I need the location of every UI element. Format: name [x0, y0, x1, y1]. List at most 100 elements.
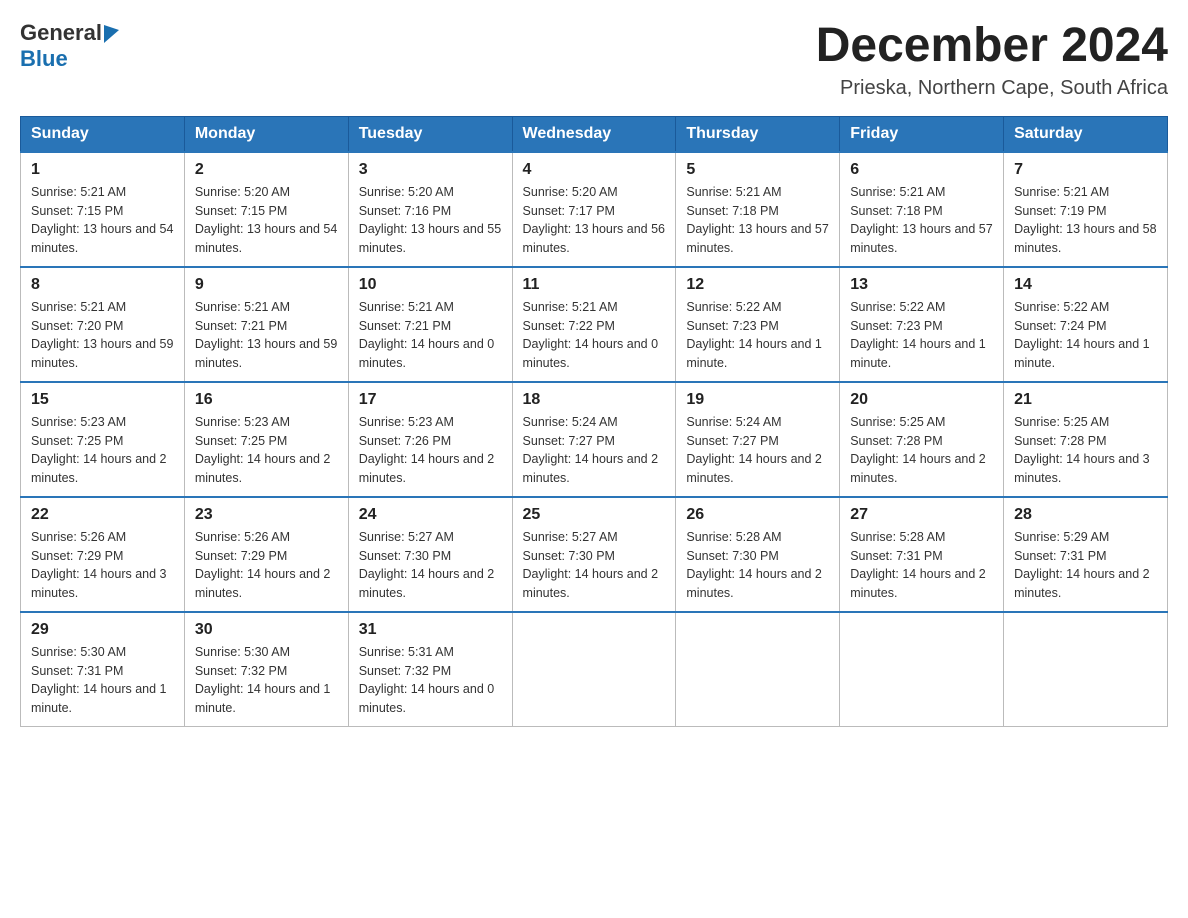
- day-number: 10: [359, 276, 502, 294]
- calendar-cell: 25 Sunrise: 5:27 AMSunset: 7:30 PMDaylig…: [512, 497, 676, 612]
- day-number: 4: [523, 161, 666, 179]
- day-number: 31: [359, 621, 502, 639]
- day-number: 15: [31, 391, 174, 409]
- weekday-header-sunday: Sunday: [21, 116, 185, 152]
- day-info: Sunrise: 5:23 AMSunset: 7:25 PMDaylight:…: [31, 415, 167, 485]
- week-row-3: 15 Sunrise: 5:23 AMSunset: 7:25 PMDaylig…: [21, 382, 1168, 497]
- logo: General Blue: [20, 20, 119, 72]
- day-info: Sunrise: 5:23 AMSunset: 7:26 PMDaylight:…: [359, 415, 495, 485]
- day-info: Sunrise: 5:21 AMSunset: 7:22 PMDaylight:…: [523, 300, 659, 370]
- day-info: Sunrise: 5:21 AMSunset: 7:19 PMDaylight:…: [1014, 185, 1156, 255]
- day-info: Sunrise: 5:22 AMSunset: 7:23 PMDaylight:…: [850, 300, 986, 370]
- calendar-cell: 30 Sunrise: 5:30 AMSunset: 7:32 PMDaylig…: [184, 612, 348, 727]
- calendar-cell: 28 Sunrise: 5:29 AMSunset: 7:31 PMDaylig…: [1004, 497, 1168, 612]
- calendar-cell: [676, 612, 840, 727]
- calendar-cell: 17 Sunrise: 5:23 AMSunset: 7:26 PMDaylig…: [348, 382, 512, 497]
- weekday-header-tuesday: Tuesday: [348, 116, 512, 152]
- calendar-table: SundayMondayTuesdayWednesdayThursdayFrid…: [20, 116, 1168, 727]
- day-info: Sunrise: 5:30 AMSunset: 7:32 PMDaylight:…: [195, 645, 331, 715]
- day-info: Sunrise: 5:21 AMSunset: 7:21 PMDaylight:…: [195, 300, 337, 370]
- calendar-cell: 6 Sunrise: 5:21 AMSunset: 7:18 PMDayligh…: [840, 152, 1004, 267]
- day-number: 12: [686, 276, 829, 294]
- day-number: 7: [1014, 161, 1157, 179]
- day-number: 28: [1014, 506, 1157, 524]
- weekday-header-thursday: Thursday: [676, 116, 840, 152]
- day-info: Sunrise: 5:21 AMSunset: 7:18 PMDaylight:…: [686, 185, 828, 255]
- logo-arrow-icon: [104, 21, 119, 43]
- day-info: Sunrise: 5:21 AMSunset: 7:15 PMDaylight:…: [31, 185, 173, 255]
- day-info: Sunrise: 5:27 AMSunset: 7:30 PMDaylight:…: [523, 530, 659, 600]
- title-section: December 2024 Prieska, Northern Cape, So…: [816, 20, 1168, 100]
- calendar-cell: 29 Sunrise: 5:30 AMSunset: 7:31 PMDaylig…: [21, 612, 185, 727]
- day-info: Sunrise: 5:24 AMSunset: 7:27 PMDaylight:…: [523, 415, 659, 485]
- day-number: 9: [195, 276, 338, 294]
- calendar-cell: 15 Sunrise: 5:23 AMSunset: 7:25 PMDaylig…: [21, 382, 185, 497]
- logo-text-general: General: [20, 20, 102, 46]
- calendar-cell: 19 Sunrise: 5:24 AMSunset: 7:27 PMDaylig…: [676, 382, 840, 497]
- day-number: 11: [523, 276, 666, 294]
- day-number: 18: [523, 391, 666, 409]
- day-number: 6: [850, 161, 993, 179]
- day-number: 3: [359, 161, 502, 179]
- day-number: 19: [686, 391, 829, 409]
- day-info: Sunrise: 5:20 AMSunset: 7:15 PMDaylight:…: [195, 185, 337, 255]
- week-row-4: 22 Sunrise: 5:26 AMSunset: 7:29 PMDaylig…: [21, 497, 1168, 612]
- day-info: Sunrise: 5:20 AMSunset: 7:16 PMDaylight:…: [359, 185, 501, 255]
- calendar-cell: 10 Sunrise: 5:21 AMSunset: 7:21 PMDaylig…: [348, 267, 512, 382]
- day-number: 20: [850, 391, 993, 409]
- day-info: Sunrise: 5:25 AMSunset: 7:28 PMDaylight:…: [850, 415, 986, 485]
- calendar-cell: [1004, 612, 1168, 727]
- calendar-cell: 4 Sunrise: 5:20 AMSunset: 7:17 PMDayligh…: [512, 152, 676, 267]
- calendar-cell: [512, 612, 676, 727]
- calendar-title: December 2024: [816, 20, 1168, 73]
- calendar-cell: 20 Sunrise: 5:25 AMSunset: 7:28 PMDaylig…: [840, 382, 1004, 497]
- day-number: 27: [850, 506, 993, 524]
- day-info: Sunrise: 5:31 AMSunset: 7:32 PMDaylight:…: [359, 645, 495, 715]
- weekday-header-wednesday: Wednesday: [512, 116, 676, 152]
- day-info: Sunrise: 5:26 AMSunset: 7:29 PMDaylight:…: [31, 530, 167, 600]
- calendar-cell: 14 Sunrise: 5:22 AMSunset: 7:24 PMDaylig…: [1004, 267, 1168, 382]
- day-number: 14: [1014, 276, 1157, 294]
- calendar-cell: 13 Sunrise: 5:22 AMSunset: 7:23 PMDaylig…: [840, 267, 1004, 382]
- calendar-cell: 26 Sunrise: 5:28 AMSunset: 7:30 PMDaylig…: [676, 497, 840, 612]
- calendar-cell: 11 Sunrise: 5:21 AMSunset: 7:22 PMDaylig…: [512, 267, 676, 382]
- calendar-cell: 3 Sunrise: 5:20 AMSunset: 7:16 PMDayligh…: [348, 152, 512, 267]
- day-number: 17: [359, 391, 502, 409]
- day-info: Sunrise: 5:28 AMSunset: 7:30 PMDaylight:…: [686, 530, 822, 600]
- day-number: 22: [31, 506, 174, 524]
- day-number: 2: [195, 161, 338, 179]
- day-info: Sunrise: 5:28 AMSunset: 7:31 PMDaylight:…: [850, 530, 986, 600]
- day-number: 25: [523, 506, 666, 524]
- weekday-header-saturday: Saturday: [1004, 116, 1168, 152]
- calendar-cell: 31 Sunrise: 5:31 AMSunset: 7:32 PMDaylig…: [348, 612, 512, 727]
- day-info: Sunrise: 5:30 AMSunset: 7:31 PMDaylight:…: [31, 645, 167, 715]
- calendar-cell: 5 Sunrise: 5:21 AMSunset: 7:18 PMDayligh…: [676, 152, 840, 267]
- calendar-cell: 2 Sunrise: 5:20 AMSunset: 7:15 PMDayligh…: [184, 152, 348, 267]
- calendar-cell: 7 Sunrise: 5:21 AMSunset: 7:19 PMDayligh…: [1004, 152, 1168, 267]
- day-info: Sunrise: 5:20 AMSunset: 7:17 PMDaylight:…: [523, 185, 665, 255]
- day-info: Sunrise: 5:21 AMSunset: 7:18 PMDaylight:…: [850, 185, 992, 255]
- calendar-subtitle: Prieska, Northern Cape, South Africa: [816, 77, 1168, 100]
- logo-text-blue: Blue: [20, 46, 68, 72]
- day-info: Sunrise: 5:27 AMSunset: 7:30 PMDaylight:…: [359, 530, 495, 600]
- weekday-header-monday: Monday: [184, 116, 348, 152]
- day-number: 16: [195, 391, 338, 409]
- page-header: General Blue December 2024 Prieska, Nort…: [20, 20, 1168, 100]
- calendar-cell: 21 Sunrise: 5:25 AMSunset: 7:28 PMDaylig…: [1004, 382, 1168, 497]
- day-number: 26: [686, 506, 829, 524]
- calendar-cell: 23 Sunrise: 5:26 AMSunset: 7:29 PMDaylig…: [184, 497, 348, 612]
- calendar-cell: 9 Sunrise: 5:21 AMSunset: 7:21 PMDayligh…: [184, 267, 348, 382]
- week-row-1: 1 Sunrise: 5:21 AMSunset: 7:15 PMDayligh…: [21, 152, 1168, 267]
- day-number: 13: [850, 276, 993, 294]
- day-info: Sunrise: 5:24 AMSunset: 7:27 PMDaylight:…: [686, 415, 822, 485]
- weekday-header-friday: Friday: [840, 116, 1004, 152]
- calendar-cell: 8 Sunrise: 5:21 AMSunset: 7:20 PMDayligh…: [21, 267, 185, 382]
- week-row-2: 8 Sunrise: 5:21 AMSunset: 7:20 PMDayligh…: [21, 267, 1168, 382]
- day-number: 24: [359, 506, 502, 524]
- day-info: Sunrise: 5:22 AMSunset: 7:24 PMDaylight:…: [1014, 300, 1150, 370]
- day-info: Sunrise: 5:29 AMSunset: 7:31 PMDaylight:…: [1014, 530, 1150, 600]
- day-number: 8: [31, 276, 174, 294]
- calendar-cell: 12 Sunrise: 5:22 AMSunset: 7:23 PMDaylig…: [676, 267, 840, 382]
- week-row-5: 29 Sunrise: 5:30 AMSunset: 7:31 PMDaylig…: [21, 612, 1168, 727]
- day-number: 30: [195, 621, 338, 639]
